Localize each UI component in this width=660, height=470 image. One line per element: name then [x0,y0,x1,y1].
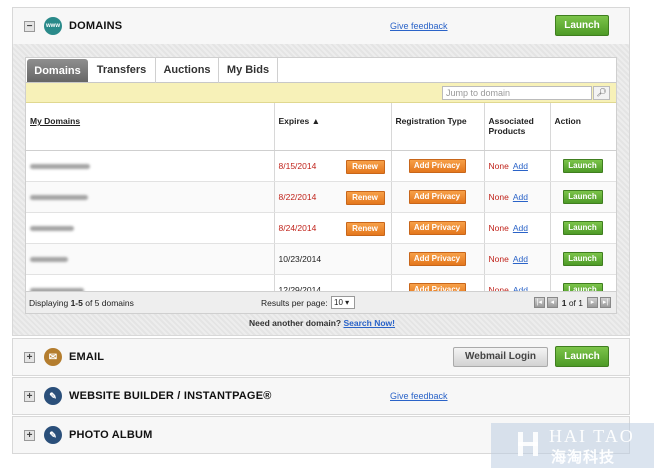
envelope-icon: ✉ [44,348,62,366]
jump-to-domain-input[interactable] [442,86,592,100]
search-now-link[interactable]: Search Now! [343,318,395,328]
renew-button[interactable]: Renew [345,221,385,236]
table-row: 8/15/2014 Renew Add Privacy None Add Launc… [26,150,616,182]
table-row: 8/24/2014 Renew Add Privacy None Add Launc… [26,212,616,244]
action-cell: Launch [550,243,616,275]
add-privacy-button[interactable]: Add Privacy [408,251,466,266]
launch-button[interactable]: Launch [562,158,603,173]
search-icon[interactable]: 🔎︎ [593,86,610,100]
domains-panel: Domains Transfers Auctions My Bids 🔎︎ My… [25,57,617,314]
pagination: |◂ ◂ 1 of 1 ▸ ▸| [533,297,611,308]
col-action: Action [550,103,616,151]
domain-tabs: Domains Transfers Auctions My Bids [26,58,616,83]
registration-cell: Add Privacy [391,243,485,275]
action-cell: Launch [550,212,616,244]
col-my-domains[interactable]: My Domains [26,103,275,151]
tab-auctions[interactable]: Auctions [156,58,219,83]
watermark: HAI TAO 海淘科技 [491,423,654,468]
email-section-header[interactable]: + ✉ EMAIL Webmail Login Launch [12,338,630,376]
prev-page-icon[interactable]: ◂ [546,297,558,308]
launch-button[interactable]: Launch [562,220,603,235]
email-launch-button[interactable]: Launch [555,346,609,367]
email-title: EMAIL [69,351,105,363]
associated-cell: None Add [484,243,551,275]
tab-transfers[interactable]: Transfers [88,58,156,83]
webmail-login-button[interactable]: Webmail Login [453,347,548,367]
action-cell: Launch [550,150,616,182]
domains-launch-button[interactable]: Launch [555,15,609,36]
registration-cell: Add Privacy [391,212,485,244]
table-header-row: My Domains Expires ▲ Registration Type A… [26,103,616,151]
domains-title: DOMAINS [69,20,123,32]
expand-icon[interactable]: + [24,429,35,441]
expires-cell: 8/15/2014 Renew [274,150,392,182]
add-privacy-button[interactable]: Add Privacy [408,158,466,173]
launch-button[interactable]: Launch [562,189,603,204]
give-feedback-link[interactable]: Give feedback [390,21,448,31]
page-indicator: 1 of 1 [561,297,583,308]
domain-name-redacted[interactable] [26,243,275,275]
last-page-icon[interactable]: ▸| [600,297,611,308]
launch-button[interactable]: Launch [562,251,603,266]
website-builder-icon: ✎ [44,387,62,405]
tab-domains[interactable]: Domains [27,59,88,82]
expires-cell: 8/24/2014 Renew [274,212,392,244]
domains-table: My Domains Expires ▲ Registration Type A… [26,103,616,306]
associated-cell: None Add [484,212,551,244]
add-link[interactable]: Add [513,254,528,264]
action-cell: Launch [550,181,616,213]
give-feedback-link[interactable]: Give feedback [390,391,448,401]
domain-name-redacted[interactable] [26,150,275,182]
domains-section-header[interactable]: − www DOMAINS Give feedback Launch [12,7,630,45]
displaying-count: Displaying 1-5 of 5 domains [29,298,134,308]
col-registration-type: Registration Type [391,103,485,151]
domain-search-bar: 🔎︎ [26,83,616,103]
add-privacy-button[interactable]: Add Privacy [408,189,466,204]
add-link[interactable]: Add [513,161,528,171]
col-expires[interactable]: Expires ▲ [274,103,392,151]
domain-name-redacted[interactable] [26,212,275,244]
table-row: 8/22/2014 Renew Add Privacy None Add Launc… [26,181,616,213]
need-another-domain: Need another domain? Search Now! [249,318,395,328]
expand-icon[interactable]: + [24,390,35,402]
expires-cell: 10/23/2014 [274,243,392,275]
website-builder-title: WEBSITE BUILDER / INSTANTPAGE® [69,390,272,402]
table-row: 10/23/2014 Add Privacy None Add Launch [26,243,616,275]
collapse-icon[interactable]: − [24,20,35,32]
registration-cell: Add Privacy [391,150,485,182]
results-per-page-select[interactable]: 10 ▾ [331,296,355,309]
website-builder-section-header[interactable]: + ✎ WEBSITE BUILDER / INSTANTPAGE® Give … [12,377,630,415]
watermark-text-en: HAI TAO [549,426,635,446]
photo-album-icon: ✎ [44,426,62,444]
table-footer: Displaying 1-5 of 5 domains Results per … [26,291,616,313]
registration-cell: Add Privacy [391,181,485,213]
domains-section-body: Domains Transfers Auctions My Bids 🔎︎ My… [12,44,630,336]
photo-album-title: PHOTO ALBUM [69,429,153,441]
results-per-page-label: Results per page: [261,298,328,308]
associated-cell: None Add [484,181,551,213]
renew-button[interactable]: Renew [345,159,385,174]
expand-icon[interactable]: + [24,351,35,363]
associated-cell: None Add [484,150,551,182]
add-privacy-button[interactable]: Add Privacy [408,220,466,235]
expires-cell: 8/22/2014 Renew [274,181,392,213]
add-link[interactable]: Add [513,223,528,233]
first-page-icon[interactable]: |◂ [533,297,545,308]
add-link[interactable]: Add [513,192,528,202]
next-page-icon[interactable]: ▸ [587,297,598,308]
globe-icon: www [44,17,62,35]
tab-my-bids[interactable]: My Bids [219,58,278,83]
watermark-logo-icon [518,432,538,456]
domain-name-redacted[interactable] [26,181,275,213]
watermark-text-cn: 海淘科技 [551,449,616,466]
col-associated-products: Associated Products [484,103,551,151]
renew-button[interactable]: Renew [345,190,385,205]
